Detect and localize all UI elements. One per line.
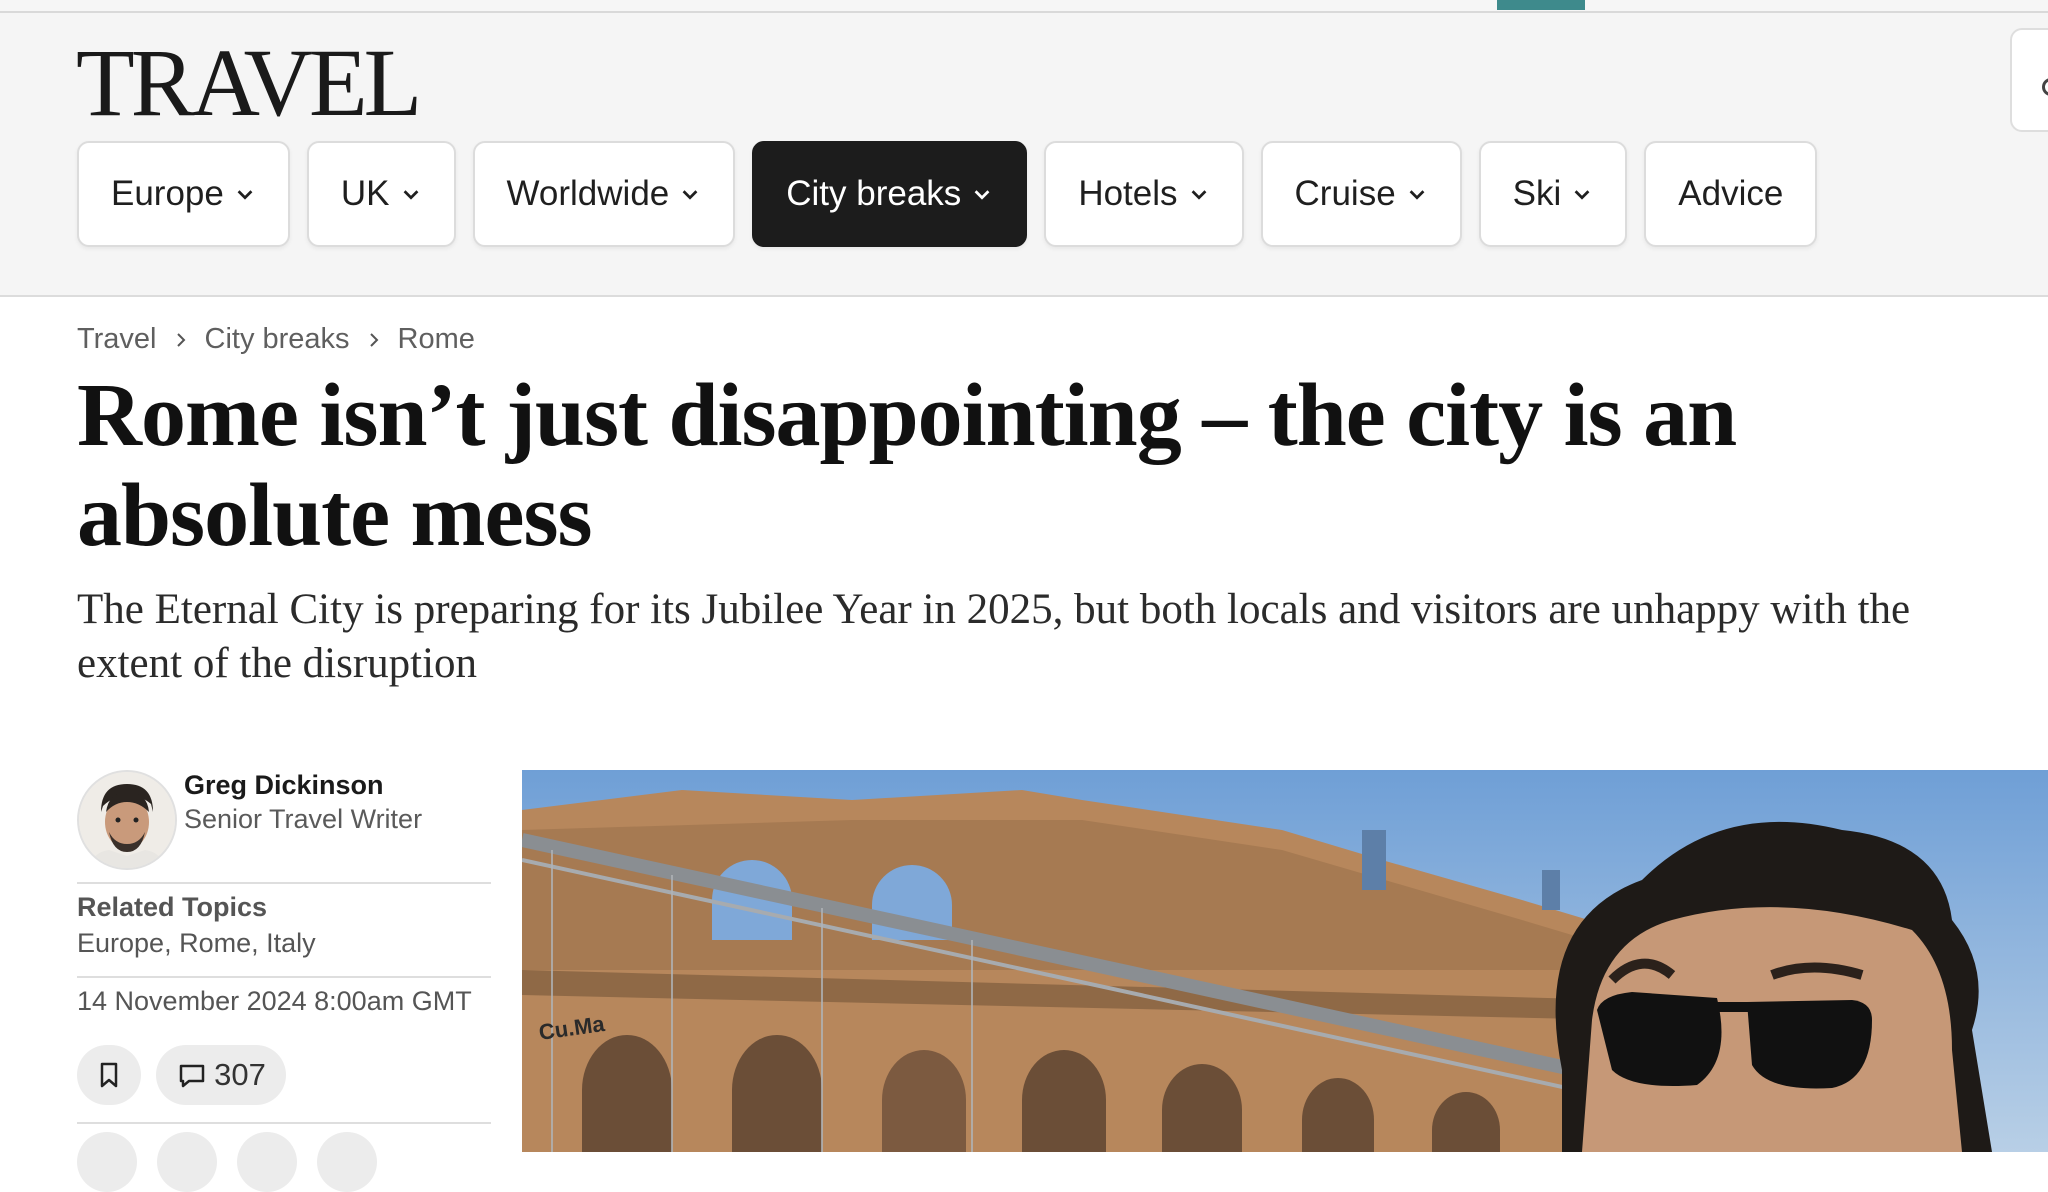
bookmark-button[interactable] (77, 1045, 141, 1105)
nav-item-cruise[interactable]: Cruise (1260, 141, 1462, 247)
search-icon (2042, 78, 2048, 96)
nav-item-label: City breaks (786, 174, 962, 213)
search-button[interactable] (2010, 28, 2048, 132)
nav-item-label: UK (340, 174, 390, 213)
nav-item-advice[interactable]: Advice (1644, 141, 1818, 247)
chevron-down-icon (403, 190, 418, 200)
comment-count: 307 (214, 1057, 266, 1092)
divider (77, 976, 491, 978)
chevron-right-icon (176, 332, 185, 347)
chevron-down-icon (1191, 190, 1206, 200)
breadcrumb-link-travel[interactable]: Travel (77, 323, 157, 356)
nav-item-label: Advice (1678, 174, 1784, 213)
share-button-partial[interactable] (317, 1132, 377, 1192)
nav-item-city-breaks[interactable]: City breaks (752, 141, 1028, 247)
chevron-down-icon (1574, 190, 1590, 200)
publish-date: 14 November 2024 8:00am GMT (77, 986, 472, 1016)
nav-item-label: Cruise (1294, 174, 1396, 213)
article-standfirst: The Eternal City is preparing for its Ju… (77, 586, 1911, 687)
nav-item-label: Europe (111, 174, 224, 213)
share-button-partial[interactable] (157, 1132, 217, 1192)
nav-item-label: Ski (1512, 174, 1562, 213)
comments-button[interactable]: 307 (156, 1045, 286, 1105)
chevron-down-icon (1409, 190, 1425, 200)
chevron-down-icon (682, 190, 698, 200)
hero-image: Cu.Ma (522, 770, 2048, 1152)
divider (77, 882, 491, 884)
chevron-down-icon (974, 190, 990, 200)
breadcrumb: Travel City breaks Rome (77, 323, 475, 356)
article-headline: Rome isn’t just disappointing – the city… (77, 366, 1737, 565)
nav-item-label: Hotels (1078, 174, 1178, 213)
nav-item-hotels[interactable]: Hotels (1044, 141, 1244, 247)
nav-item-worldwide[interactable]: Worldwide (472, 141, 736, 247)
breadcrumb-link-rome[interactable]: Rome (398, 323, 475, 356)
colosseum-selfie-photo: Cu.Ma (522, 770, 2048, 1152)
top-progress-line (0, 0, 2048, 13)
share-button-partial[interactable] (237, 1132, 297, 1192)
site-header: TRAVEL Europe UK Worldwide City breaks H… (0, 13, 2048, 297)
nav-item-ski[interactable]: Ski (1478, 141, 1628, 247)
site-logo[interactable]: TRAVEL (76, 33, 422, 133)
divider (77, 1122, 491, 1124)
chevron-down-icon (237, 190, 253, 200)
share-button-partial[interactable] (77, 1132, 137, 1192)
reading-progress-accent (1497, 0, 1585, 10)
related-topics-label: Related Topics (77, 892, 268, 922)
breadcrumb-link-city-breaks[interactable]: City breaks (205, 323, 350, 356)
nav-item-label: Worldwide (506, 174, 670, 213)
author-avatar[interactable] (77, 770, 177, 870)
related-topics-list[interactable]: Europe, Rome, Italy (77, 928, 316, 959)
section-nav: Europe UK Worldwide City breaks Hotels C… (77, 141, 1818, 251)
comment-icon (179, 1064, 205, 1088)
chevron-right-icon (369, 332, 378, 347)
author-role: Senior Travel Writer (184, 804, 423, 834)
nav-item-europe[interactable]: Europe (77, 141, 290, 247)
author-name[interactable]: Greg Dickinson (184, 770, 384, 801)
bookmark-icon (100, 1062, 118, 1088)
nav-item-uk[interactable]: UK (306, 141, 456, 247)
author-portrait-icon (79, 772, 175, 868)
